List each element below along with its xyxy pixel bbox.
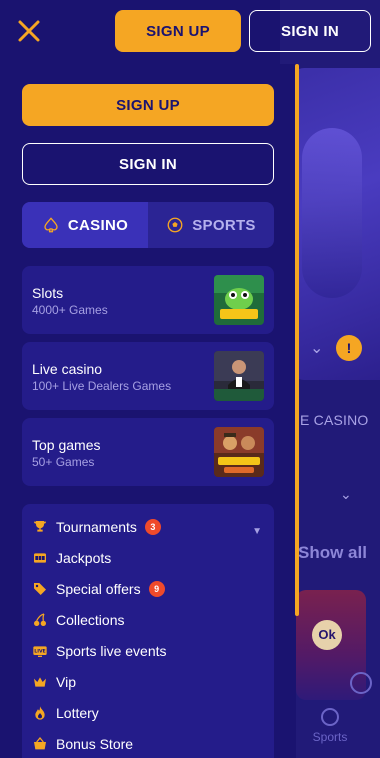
promo-banner[interactable] bbox=[292, 68, 380, 380]
drawer-scrollbar[interactable] bbox=[295, 64, 299, 616]
category-card-top-games[interactable]: Top games 50+ Games bbox=[22, 418, 274, 486]
live-dealer-thumbnail bbox=[214, 351, 264, 401]
show-all-link[interactable]: Show all bbox=[298, 543, 367, 563]
category-card-slots[interactable]: Slots 4000+ Games bbox=[22, 266, 274, 334]
crown-icon bbox=[32, 674, 48, 690]
john-hunter-thumbnail bbox=[214, 427, 264, 477]
menu-item-label: Jackpots bbox=[56, 550, 112, 566]
soccer-ball-icon bbox=[167, 217, 183, 233]
tab-casino[interactable]: CASINO bbox=[22, 202, 148, 248]
menu-item-collections[interactable]: Collections bbox=[32, 608, 264, 632]
banner-artwork bbox=[302, 128, 362, 298]
count-badge: 3 bbox=[144, 519, 161, 535]
drawer-signup-button[interactable]: SIGN UP bbox=[22, 84, 274, 126]
tab-label: CASINO bbox=[67, 216, 129, 234]
drawer-menu: ▼ Tournaments 3 Jackpots Special offers … bbox=[22, 504, 274, 758]
tab-sports[interactable]: SPORTS bbox=[148, 202, 274, 248]
section-label: E CASINO bbox=[300, 412, 369, 428]
svg-text:LIVE: LIVE bbox=[34, 649, 45, 655]
close-button[interactable] bbox=[16, 18, 42, 44]
close-icon bbox=[18, 20, 40, 42]
menu-item-label: Sports live events bbox=[56, 643, 167, 659]
header-signin-button[interactable]: SIGN IN bbox=[249, 10, 371, 52]
info-icon[interactable]: ! bbox=[336, 335, 362, 361]
trophy-icon bbox=[32, 519, 48, 535]
soccer-ball-icon bbox=[321, 708, 339, 726]
count-badge: 9 bbox=[148, 581, 165, 597]
live-tv-icon: LIVE bbox=[32, 643, 48, 659]
menu-item-label: Lottery bbox=[56, 705, 99, 721]
category-card-live-casino[interactable]: Live casino 100+ Live Dealers Games bbox=[22, 342, 274, 410]
card-title: Live casino bbox=[32, 361, 103, 377]
elvis-frog-thumbnail bbox=[214, 275, 264, 325]
chevron-down-icon[interactable]: ⌄ bbox=[340, 486, 352, 503]
tab-label: SPORTS bbox=[192, 216, 256, 234]
header-signup-button[interactable]: SIGN UP bbox=[115, 10, 241, 52]
flame-icon bbox=[32, 705, 48, 721]
bottom-tab-sports[interactable]: Sports bbox=[310, 708, 350, 744]
jackpot-icon bbox=[32, 550, 48, 566]
card-subtitle: 4000+ Games bbox=[32, 303, 108, 317]
menu-item-vip[interactable]: Vip bbox=[32, 670, 264, 694]
menu-item-sports-live-events[interactable]: LIVE Sports live events bbox=[32, 639, 264, 663]
menu-item-bonus-store[interactable]: Bonus Store bbox=[32, 732, 264, 756]
spade-icon bbox=[44, 217, 58, 233]
card-subtitle: 100+ Live Dealers Games bbox=[32, 379, 172, 393]
card-subtitle: 50+ Games bbox=[32, 455, 95, 469]
menu-item-tournaments[interactable]: Tournaments 3 bbox=[32, 515, 264, 539]
menu-item-label: Tournaments bbox=[56, 519, 137, 535]
menu-item-label: Vip bbox=[56, 674, 76, 690]
bottom-tab-label: Sports bbox=[312, 730, 348, 744]
ok-chat-bubble[interactable]: Ok bbox=[312, 620, 342, 650]
menu-item-lottery[interactable]: Lottery bbox=[32, 701, 264, 725]
card-title: Slots bbox=[32, 285, 64, 301]
menu-item-special-offers[interactable]: Special offers 9 bbox=[32, 577, 264, 601]
basket-icon bbox=[32, 736, 48, 752]
tag-icon bbox=[32, 581, 48, 597]
circle-icon bbox=[350, 672, 372, 694]
cherries-icon bbox=[32, 612, 48, 628]
card-title: Top games bbox=[32, 437, 101, 453]
menu-item-jackpots[interactable]: Jackpots bbox=[32, 546, 264, 570]
product-tabs: CASINO SPORTS bbox=[22, 202, 274, 248]
menu-item-label: Collections bbox=[56, 612, 125, 628]
chevron-down-icon[interactable]: ⌄ bbox=[310, 338, 324, 357]
menu-item-label: Bonus Store bbox=[56, 736, 134, 752]
drawer-signin-button[interactable]: SIGN IN bbox=[22, 143, 274, 185]
menu-item-label: Special offers bbox=[56, 581, 141, 597]
